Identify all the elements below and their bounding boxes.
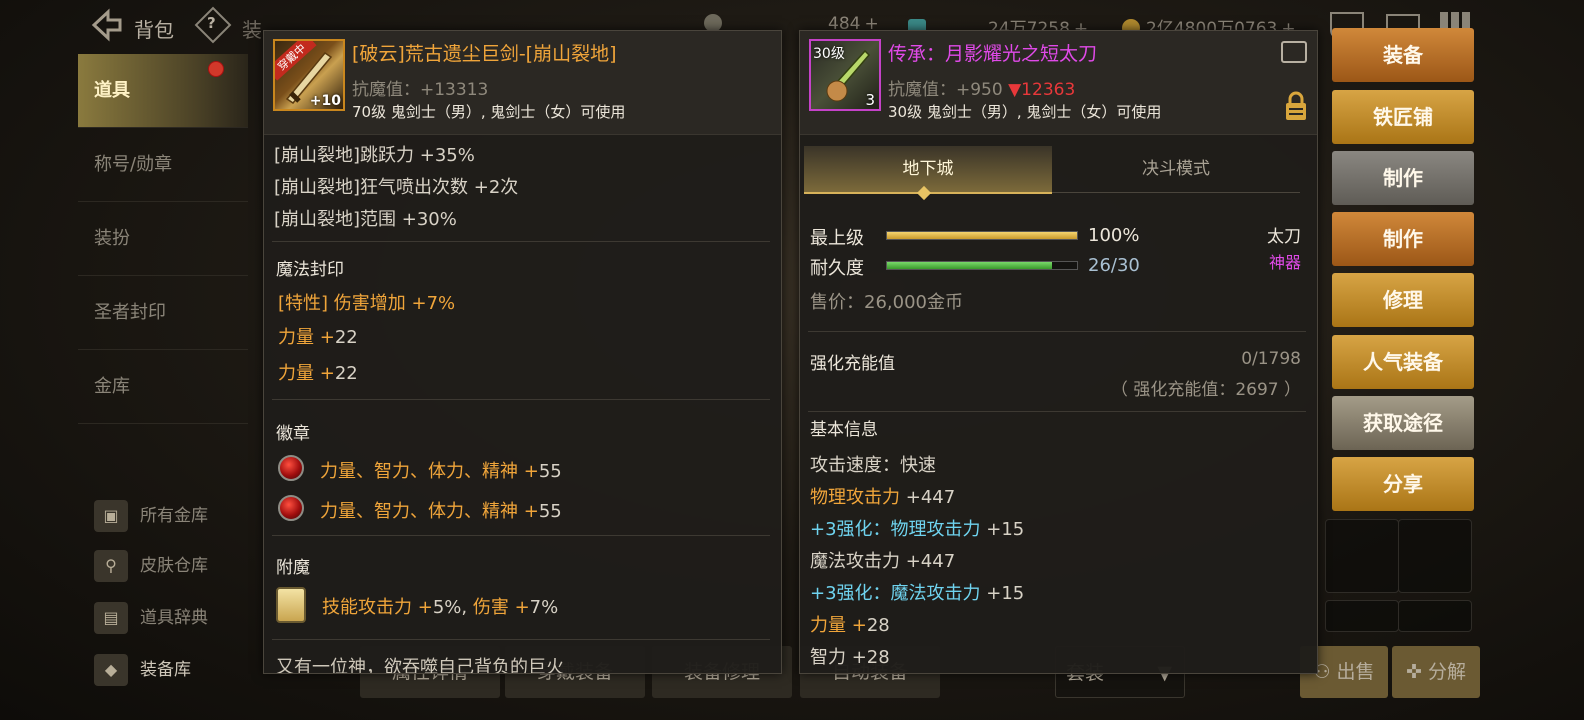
emblem-line: 力量、智力、体力、精神 +55 (320, 501, 562, 522)
share-button[interactable]: 分享 (1332, 457, 1474, 511)
grade-bar-fill (887, 232, 1077, 239)
book-icon: ▤ (94, 602, 128, 634)
enchant-line: 技能攻击力 +5%, 伤害 +7% (322, 597, 559, 618)
divider (272, 639, 770, 640)
seal-line: 力量 +22 (278, 327, 358, 348)
equipped-item-tooltip: 穿戴中 +10 [破云]荒古遗尘巨剑-[崩山裂地] 抗魔值：+13313 70级… (263, 30, 782, 674)
grade-label: 最上级 (810, 228, 864, 249)
seal-line: 力量 +22 (278, 363, 358, 384)
durability-bar-fill (887, 262, 1052, 269)
notification-dot (208, 61, 224, 77)
compare-item-tooltip: 30级 3 传承：月影耀光之短太刀 抗魔值：+950 ▼12363 30级 鬼剑… (799, 30, 1318, 674)
stat-line: 力量 +28 (810, 615, 890, 636)
lock-icon[interactable] (1285, 91, 1307, 121)
dismantle-button[interactable]: ✜ 分解 (1392, 646, 1480, 698)
page-title: 背包 (134, 18, 174, 42)
tab-partial[interactable]: 装 (242, 14, 262, 43)
divider (272, 399, 770, 400)
acquisition-path-button[interactable]: 获取途径 (1332, 396, 1474, 450)
divider (808, 331, 1306, 332)
section-title-enchant: 附魔 (276, 558, 310, 578)
tooltip-header: 穿戴中 +10 [破云]荒古遗尘巨剑-[崩山裂地] 抗魔值：+13313 70级… (264, 31, 781, 135)
grade-bar (886, 231, 1078, 240)
enhance-charge-value: 0/1798 (1241, 349, 1301, 369)
section-title-emblem: 徽章 (276, 424, 310, 444)
link-skin-storage[interactable]: ⚲ 皮肤仓库 (94, 546, 234, 586)
sidebar-item-props[interactable]: 道具 (78, 54, 248, 128)
stat-line: 攻击速度：快速 (810, 455, 936, 476)
usage-requirement: 30级 鬼剑士（男）, 鬼剑士（女）可使用 (888, 103, 1162, 121)
divider (272, 535, 770, 536)
skill-line: [崩山裂地]跳跃力 +35% (274, 145, 475, 166)
tab-duel-mode[interactable]: 决斗模式 (1052, 146, 1300, 193)
item-count: 3 (865, 91, 875, 109)
section-title-magic-seal: 魔法封印 (276, 260, 344, 280)
emblem-line: 力量、智力、体力、精神 +55 (320, 461, 562, 482)
enhance-level: +10 (309, 93, 341, 109)
enhance-charge-label: 强化充能值 (810, 354, 895, 374)
inventory-slot[interactable] (1398, 600, 1472, 632)
link-all-vaults[interactable]: ▣ 所有金库 (94, 496, 234, 536)
dismantle-icon: ✜ (1406, 661, 1428, 683)
sidebar-item-vault[interactable]: 金库 (78, 350, 248, 424)
durability-bar (886, 261, 1078, 270)
weapon-type: 太刀 (1267, 227, 1301, 247)
inventory-slot[interactable] (1325, 519, 1399, 593)
craft-button-disabled[interactable]: 制作 (1332, 151, 1474, 205)
share-out-icon[interactable] (1281, 41, 1307, 63)
sidebar: 道具 称号/勋章 装扮 圣者封印 金库 (78, 54, 248, 434)
stat-line: 智力 +28 (810, 647, 890, 668)
sidebar-item-avatar[interactable]: 装扮 (78, 202, 248, 276)
stat-line: +3强化：魔法攻击力 +15 (810, 583, 1025, 604)
link-item-dictionary[interactable]: ▤ 道具辞典 (94, 598, 234, 638)
help-glyph: ? (207, 14, 216, 32)
enhance-charge-note: （ 强化充能值：2697 ） (1110, 380, 1301, 400)
red-emblem-icon (278, 495, 304, 521)
sidebar-item-holy-seal[interactable]: 圣者封印 (78, 276, 248, 350)
divider (272, 241, 770, 242)
back-arrow-icon[interactable] (88, 8, 124, 42)
tab-dungeon[interactable]: 地下城 (804, 146, 1052, 194)
red-emblem-icon (278, 455, 304, 481)
skill-line: [崩山裂地]范围 +30% (274, 209, 457, 230)
item-title: [破云]荒古遗尘巨剑-[崩山裂地] (352, 43, 617, 65)
item-title: 传承：月影耀光之短太刀 (888, 43, 1098, 65)
link-equipment-library[interactable]: ◆ 装备库 (94, 650, 234, 690)
equip-button[interactable]: 装备 (1332, 28, 1474, 82)
basic-info-title: 基本信息 (810, 420, 878, 440)
inventory-slot[interactable] (1398, 519, 1472, 593)
armor-icon: ◆ (94, 654, 128, 686)
stat-line: +3强化：物理攻击力 +15 (810, 519, 1025, 540)
blacksmith-button[interactable]: 铁匠铺 (1332, 90, 1474, 144)
durability-value: 26/30 (1088, 255, 1140, 276)
durability-label: 耐久度 (810, 258, 864, 279)
rarity-label: 神器 (1268, 253, 1301, 272)
usage-requirement: 70级 鬼剑士（男）, 鬼剑士（女）可使用 (352, 103, 626, 121)
tooltip-header: 30级 3 传承：月影耀光之短太刀 抗魔值：+950 ▼12363 30级 鬼剑… (800, 31, 1317, 135)
stat-line: 魔法攻击力 +447 (810, 551, 956, 572)
skill-line: [崩山裂地]狂气喷出次数 +2次 (274, 177, 519, 198)
greatsword-icon: 穿戴中 +10 (273, 39, 345, 111)
sell-price: 售价：26,000金币 (810, 292, 963, 313)
popular-equipment-button[interactable]: 人气装备 (1332, 335, 1474, 389)
item-level-badge: 30级 (813, 46, 845, 62)
flavor-text: 又有一位神，欲吞噬自己背负的巨火 (276, 657, 564, 674)
anti-magic-value: 抗魔值：+13313 (352, 80, 489, 100)
craft-button[interactable]: 制作 (1332, 212, 1474, 266)
anti-magic-value: 抗魔值：+950 ▼12363 (888, 80, 1076, 100)
inventory-slot[interactable] (1325, 600, 1399, 632)
vault-icon: ▣ (94, 500, 128, 532)
short-katana-icon: 30级 3 (809, 39, 881, 111)
enchant-card-icon (276, 587, 306, 623)
seal-line: [特性] 伤害增加 +7% (278, 293, 456, 314)
divider (808, 411, 1306, 412)
repair-button[interactable]: 修理 (1332, 273, 1474, 327)
hanger-icon: ⚲ (94, 550, 128, 582)
grade-value: 100% (1088, 225, 1140, 246)
stat-line: 物理攻击力 +447 (810, 487, 956, 508)
sidebar-item-titles[interactable]: 称号/勋章 (78, 128, 248, 202)
